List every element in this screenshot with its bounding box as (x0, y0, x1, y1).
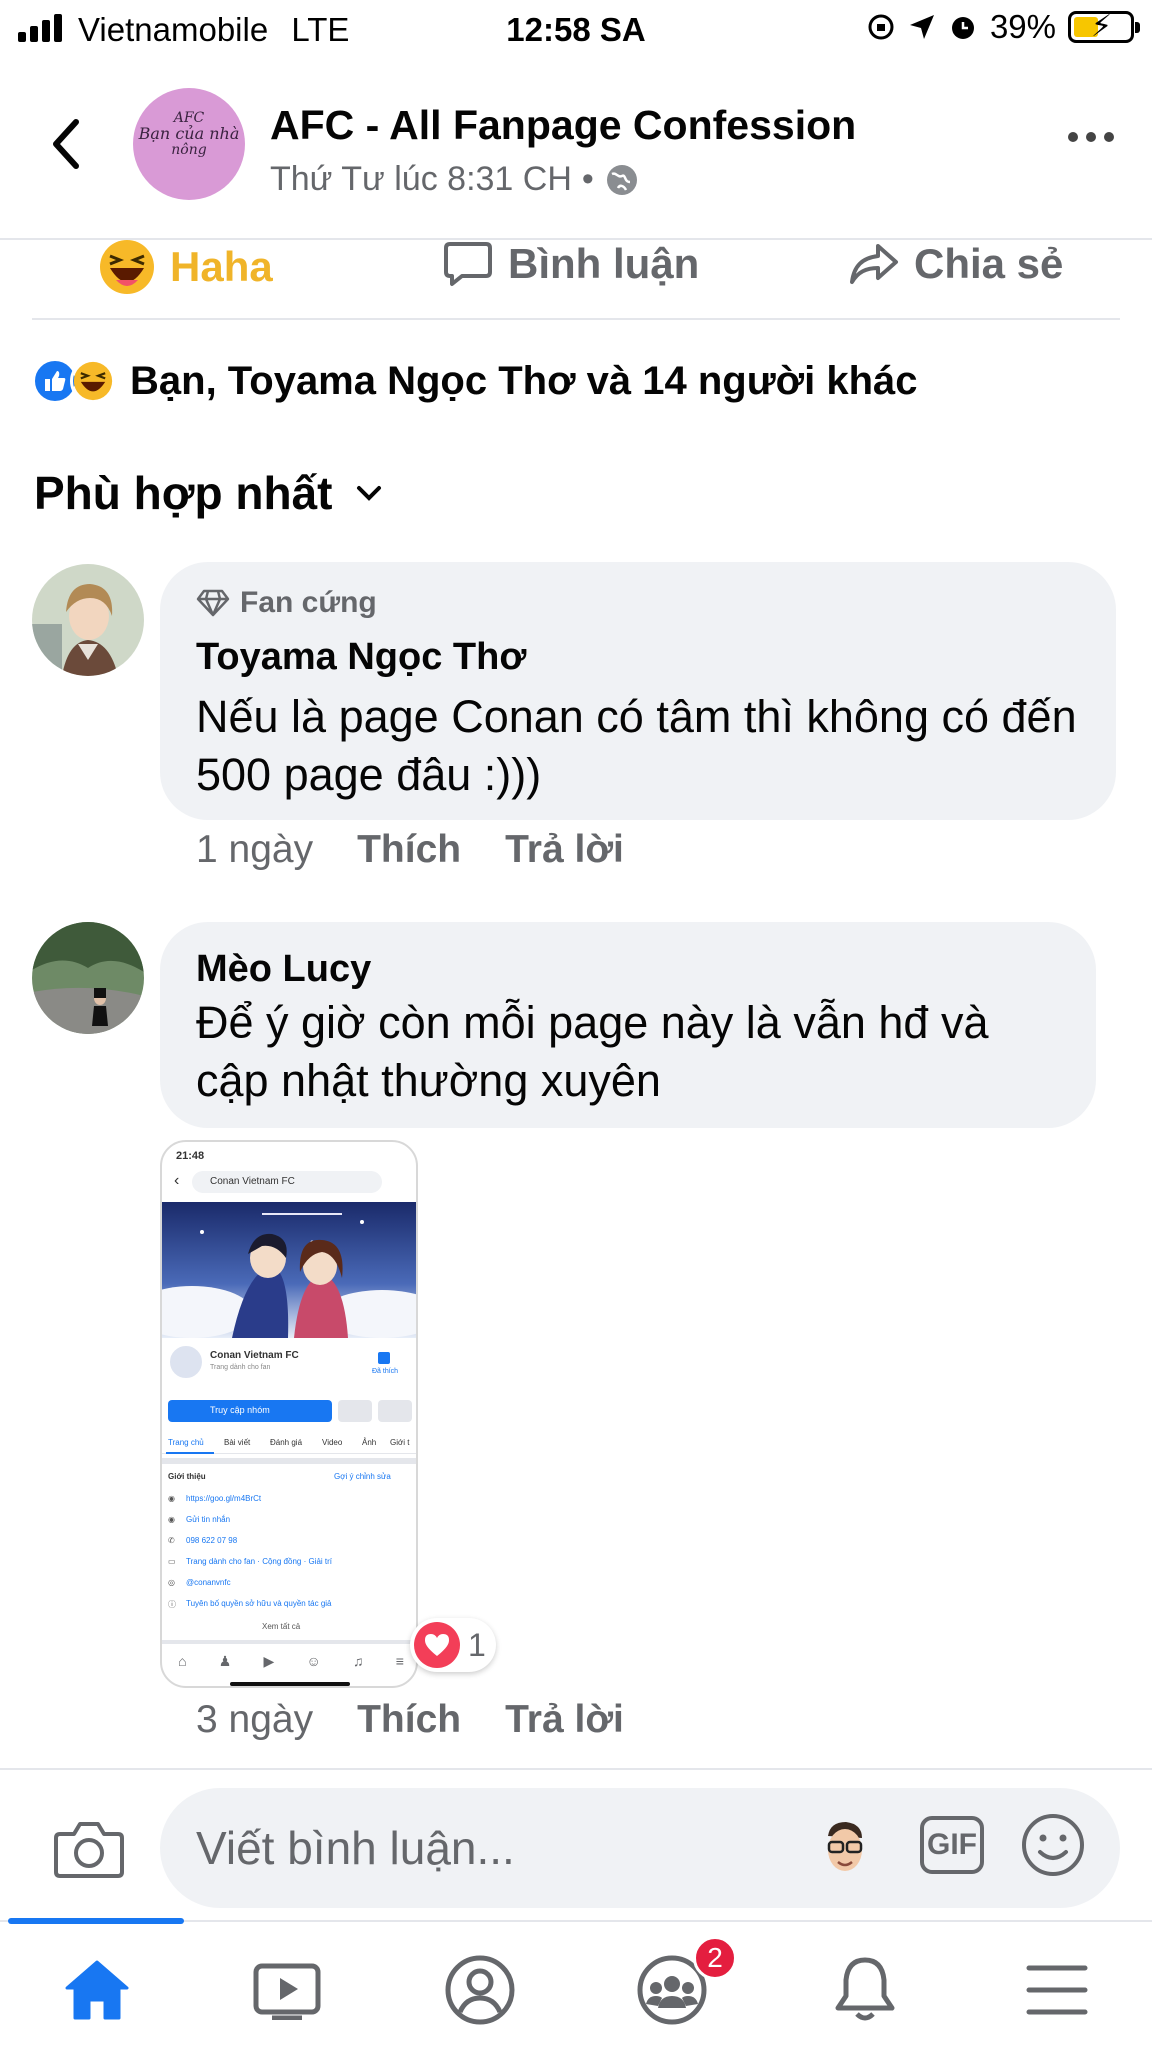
location-icon (909, 15, 934, 39)
gif-button[interactable]: GIF (920, 1816, 984, 1874)
comment-sort-dropdown[interactable]: Phù hợp nhất (34, 466, 382, 520)
globe-icon (606, 164, 637, 195)
meta-separator: • (581, 160, 594, 198)
menu-tab[interactable] (1017, 1950, 1097, 2030)
haha-reaction-button[interactable]: Haha (98, 238, 273, 296)
notifications-tab[interactable] (825, 1950, 905, 2030)
commenter-avatar-image (32, 564, 144, 676)
mini-page-name: Conan Vietnam FC (210, 1350, 299, 1361)
mini-page-avatar (168, 1344, 204, 1380)
battery-percent: 39% (989, 8, 1056, 45)
comment-text: Nếu là page Conan có tâm thì không có đế… (196, 691, 1077, 800)
share-icon (850, 244, 898, 284)
chevron-down-icon (357, 486, 382, 501)
comment-text: Để ý giờ còn mỗi page này là vẫn hđ và c… (196, 997, 989, 1106)
commenter-avatar-image (32, 922, 144, 1034)
mini-search-text: Conan Vietnam FC (210, 1176, 295, 1187)
mini-suggest-edit: Gợi ý chỉnh sửa (334, 1472, 391, 1481)
page-avatar[interactable]: AFC Bạn của nhà nông (133, 88, 245, 200)
haha-emoji-icon (100, 240, 154, 294)
mini-bottom-nav: ⌂ ♟ ▶ ☺ ♫ ≡ (178, 1652, 404, 1670)
alarm-icon (951, 17, 974, 39)
comment-image-attachment[interactable]: 21:48 ‹ Conan Vietnam FC Conan Vietnam F… (160, 1140, 418, 1688)
like-comment-button[interactable]: Thích (357, 828, 461, 872)
comment-author[interactable]: Mèo Lucy (196, 948, 371, 991)
mini-intro-title: Giới thiệu (168, 1472, 206, 1481)
mini-visit-button: Truy cập nhóm (210, 1405, 270, 1415)
share-label: Chia sẻ (914, 240, 1064, 287)
reactions-text: Bạn, Toyama Ngọc Thơ và 14 người khác (130, 358, 918, 403)
reaction-count: 1 (468, 1626, 486, 1663)
reply-button[interactable]: Trả lời (505, 828, 624, 872)
page-title[interactable]: AFC - All Fanpage Confession (270, 102, 856, 149)
comment-bubble[interactable]: Mèo Lucy Để ý giờ còn mỗi page này là vẫ… (160, 922, 1096, 1128)
menu-icon (1026, 1965, 1088, 2015)
camera-icon[interactable] (54, 1820, 124, 1878)
home-tab[interactable] (57, 1950, 137, 2030)
comment-time[interactable]: 3 ngày (196, 1698, 313, 1742)
status-bar: Vietnamobile LTE 12:58 SA 39% ⚡ (0, 0, 1152, 58)
like-comment-button[interactable]: Thích (357, 1698, 461, 1742)
diamond-icon (196, 589, 230, 617)
post-meta: Thứ Tư lúc 8:31 CH • (270, 160, 640, 199)
mini-back-icon: ‹ (174, 1172, 180, 1189)
post-header: AFC Bạn của nhà nông AFC - All Fanpage C… (0, 70, 1152, 240)
home-icon (65, 1960, 129, 2020)
profile-tab[interactable] (440, 1950, 520, 2030)
post-time[interactable]: Thứ Tư lúc 8:31 CH (270, 160, 572, 199)
reply-button[interactable]: Trả lời (505, 1698, 624, 1742)
rotation-lock-icon (868, 14, 894, 40)
sort-label: Phù hợp nhất (34, 467, 333, 519)
watch-tab[interactable] (247, 1950, 327, 2030)
comment-icon (444, 242, 492, 286)
mini-info-list: ◉ https://goo.gl/m4BrCt ◉ Gửi tin nhắn ✆… (168, 1494, 333, 1609)
avatar[interactable] (32, 922, 144, 1034)
comment-button[interactable]: Bình luận (442, 238, 699, 290)
mini-messenger-icon (338, 1400, 372, 1422)
mini-like-icon (378, 1352, 390, 1364)
comment-input[interactable] (196, 1808, 756, 1888)
groups-notification-badge: 2 (693, 1936, 737, 1980)
mini-cover-image (162, 1202, 416, 1338)
active-tab-indicator (8, 1918, 184, 1924)
profile-icon (445, 1955, 515, 2025)
love-reaction-icon (414, 1622, 460, 1668)
mini-more-icon (378, 1400, 412, 1422)
comment-input-box: GIF (160, 1788, 1120, 1908)
mini-liked-label: Đã thích (372, 1368, 399, 1375)
fan-badge: Fan cứng (196, 586, 377, 620)
haha-reaction-icon (70, 358, 116, 404)
reactions-summary[interactable]: Bạn, Toyama Ngọc Thơ và 14 người khác (32, 358, 918, 404)
share-button[interactable]: Chia sẻ (848, 238, 1063, 290)
mini-status-time: 21:48 (176, 1150, 205, 1162)
comment-label: Bình luận (508, 240, 700, 287)
comment-meta: 3 ngày Thích Trả lời (196, 1698, 624, 1742)
haha-label: Haha (170, 243, 273, 290)
mini-see-all: Xem tất cả (262, 1622, 301, 1631)
bell-icon (835, 1957, 895, 2021)
comment-reaction-badge[interactable]: 1 (410, 1618, 496, 1672)
video-icon (253, 1963, 321, 2020)
mini-page-desc: Trang dành cho fan (210, 1364, 271, 1371)
comment-bubble[interactable]: Fan cứng Toyama Ngọc Thơ Nếu là page Con… (160, 562, 1116, 820)
avatar-sticker-icon[interactable] (820, 1818, 870, 1878)
mini-tabs: Trang chủ Bài viết Đánh giá Video Ảnh Gi… (162, 1432, 416, 1454)
comment-time[interactable]: 1 ngày (196, 828, 313, 872)
comment-author[interactable]: Toyama Ngọc Thơ (196, 636, 526, 679)
comment-composer: GIF (0, 1768, 1152, 1918)
more-options-icon[interactable] (1068, 132, 1114, 142)
back-arrow-icon[interactable] (46, 114, 86, 174)
emoji-icon[interactable] (1020, 1812, 1086, 1878)
comment-meta: 1 ngày Thích Trả lời (196, 828, 624, 872)
badge-label: Fan cứng (240, 586, 377, 619)
post-actions: Haha Bình luận Chia sẻ (32, 236, 1120, 320)
battery-icon: ⚡ (1068, 10, 1140, 43)
bottom-nav (0, 1918, 1152, 2048)
avatar[interactable] (32, 564, 144, 676)
